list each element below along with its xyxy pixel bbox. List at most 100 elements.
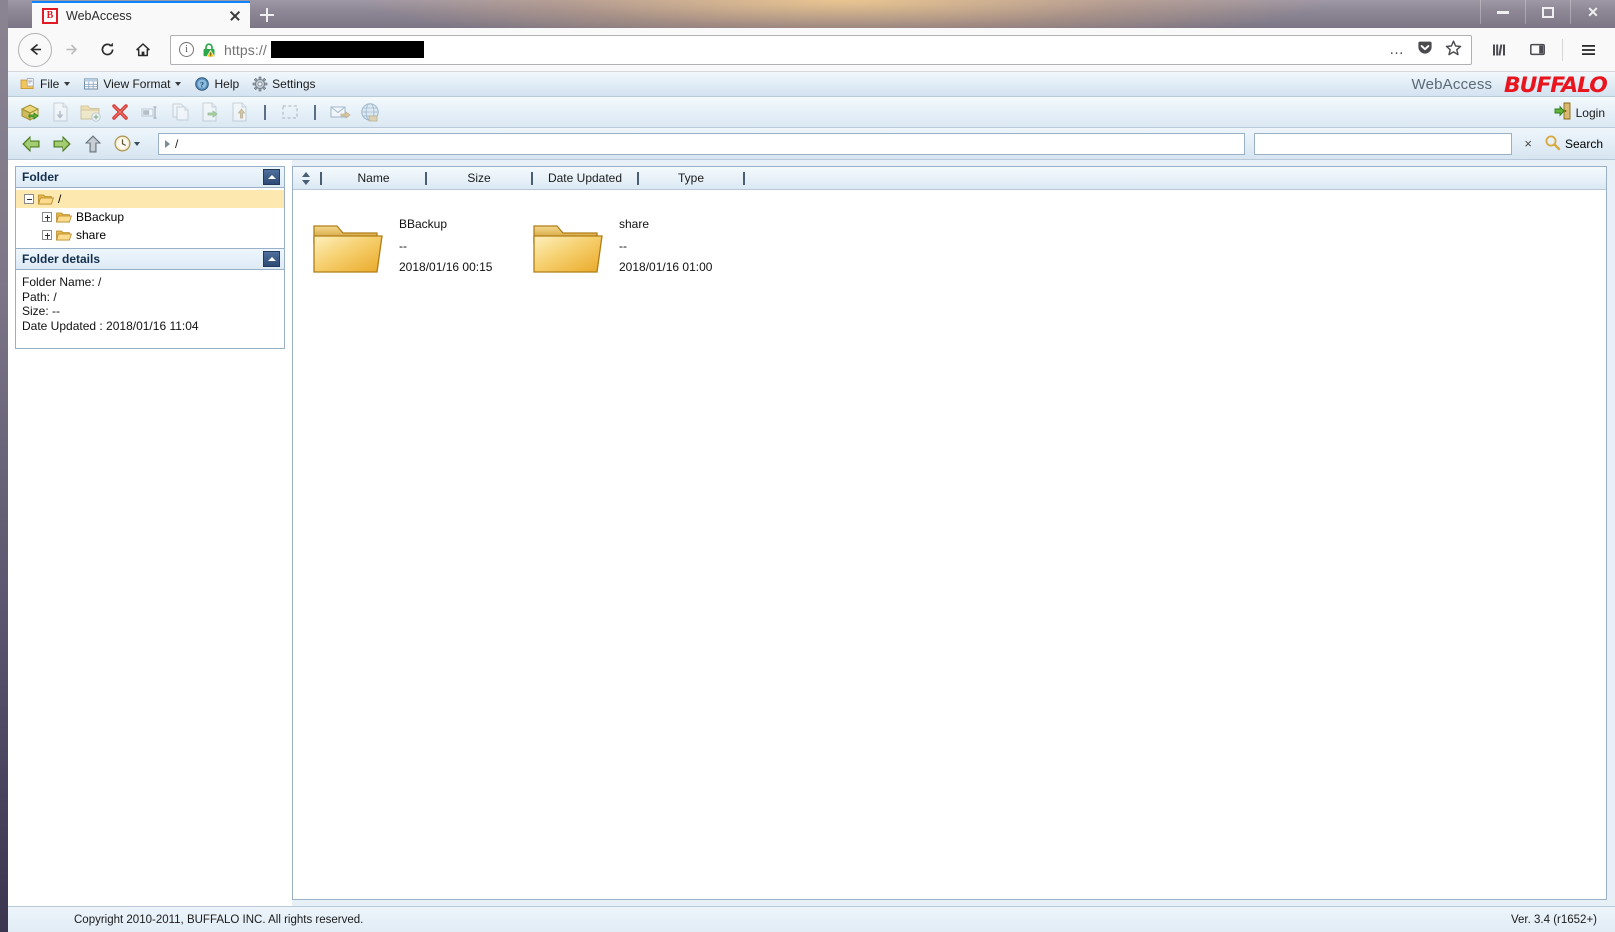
nav-forward-icon[interactable] (51, 133, 73, 155)
detail-path: Path: / (22, 289, 57, 304)
toolbar-separator (314, 104, 316, 120)
forward-icon[interactable] (54, 33, 88, 67)
file-item-bbackup[interactable]: BBackup -- 2018/01/16 00:15 (311, 214, 531, 304)
back-icon[interactable] (18, 32, 52, 67)
url-bar[interactable]: i https:// … (170, 34, 1472, 65)
expander-plus-icon[interactable] (42, 212, 52, 222)
folder-open-icon (38, 192, 54, 206)
close-window-icon[interactable]: ✕ (1570, 0, 1615, 24)
sidebars-icon[interactable] (1520, 33, 1554, 67)
column-header-name[interactable]: Name (322, 171, 425, 185)
navbar-right-controls (1482, 33, 1605, 67)
tree-item-label: share (76, 228, 107, 242)
folder-panel-header: Folder (16, 167, 284, 188)
select-all-icon[interactable] (278, 100, 302, 124)
menu-label-settings: Settings (272, 77, 316, 91)
web-link-icon[interactable] (358, 100, 382, 124)
chevron-down-icon (175, 82, 182, 86)
file-item-share[interactable]: share -- 2018/01/16 01:00 (531, 214, 751, 304)
app-toolbar: Login (8, 97, 1615, 128)
file-folder-icon (20, 76, 36, 92)
column-headers: Name Size Date Updated Type (293, 167, 1606, 190)
help-icon: ? (194, 76, 210, 92)
copyright-text: Copyright 2010-2011, BUFFALO INC. All ri… (74, 913, 364, 926)
reload-icon[interactable] (90, 33, 124, 67)
home-icon[interactable] (126, 33, 160, 67)
menu-item-view-format[interactable]: View Format (78, 75, 186, 94)
detail-size: Size: -- (22, 304, 61, 319)
history-clock-icon[interactable] (113, 133, 143, 155)
folder-details-body: Folder Name: / Path: / Size: -- Date Upd… (16, 270, 284, 348)
page-actions-icon[interactable]: … (1389, 42, 1406, 57)
download-icon[interactable] (48, 100, 72, 124)
column-header-type[interactable]: Type (639, 171, 743, 185)
tree-item-bbackup[interactable]: BBackup (16, 208, 284, 226)
login-button[interactable]: Login (1553, 97, 1605, 128)
bookmark-star-icon[interactable] (1444, 39, 1463, 61)
menu-item-settings[interactable]: Settings (247, 75, 320, 94)
menu-item-file[interactable]: File (15, 75, 75, 94)
copy-icon[interactable] (168, 100, 192, 124)
path-input[interactable]: / (158, 132, 1246, 155)
product-name: WebAccess (1411, 76, 1493, 93)
buffalo-favicon-icon: B (42, 7, 58, 24)
page-info-icon[interactable]: i (179, 42, 194, 57)
sort-toggle-icon[interactable] (302, 171, 311, 185)
url-scheme-text: https:// (224, 41, 267, 58)
toolbar-separator (264, 104, 266, 120)
nav-back-icon[interactable] (20, 133, 42, 155)
new-tab-button[interactable] (250, 1, 284, 28)
upload-icon[interactable] (18, 100, 42, 124)
tab-title: WebAccess (66, 8, 132, 23)
search-clear-icon[interactable]: × (1521, 136, 1535, 151)
window-controls: ✕ (1480, 0, 1615, 24)
webaccess-app: File View Format ? Help Settings WebAcce… (8, 72, 1615, 932)
new-folder-icon[interactable] (78, 100, 102, 124)
lock-warning-icon[interactable] (201, 42, 217, 58)
column-separator[interactable] (743, 171, 745, 185)
delete-icon[interactable] (108, 100, 132, 124)
paste-icon[interactable] (228, 100, 252, 124)
search-button[interactable]: Search (1544, 134, 1603, 154)
tree-item-root[interactable]: / (16, 190, 284, 208)
search-input[interactable] (1254, 132, 1513, 155)
maximize-icon[interactable] (1525, 0, 1570, 24)
menu-label-file: File (40, 77, 60, 91)
close-icon[interactable] (226, 7, 244, 25)
column-header-date-updated[interactable]: Date Updated (533, 171, 637, 185)
tree-item-label: / (58, 192, 62, 206)
path-value: / (175, 136, 179, 151)
toolbar-divider (1562, 38, 1563, 61)
folder-panel-title: Folder (22, 170, 59, 184)
collapse-icon[interactable] (263, 169, 280, 185)
move-icon[interactable] (198, 100, 222, 124)
menu-item-help[interactable]: ? Help (189, 75, 244, 94)
expander-plus-icon[interactable] (42, 230, 52, 240)
expander-minus-icon[interactable] (24, 194, 34, 204)
minimize-icon[interactable] (1480, 0, 1525, 24)
browser-tab-webaccess[interactable]: B WebAccess (32, 1, 250, 28)
login-label: Login (1575, 105, 1605, 120)
search-icon (1544, 134, 1561, 154)
app-menubar: File View Format ? Help Settings WebAcce… (8, 72, 1615, 97)
collapse-icon[interactable] (263, 251, 280, 267)
url-redaction-bar (270, 41, 424, 58)
rename-icon[interactable] (138, 100, 162, 124)
details-panel-title: Folder details (22, 252, 101, 266)
pocket-icon[interactable] (1416, 39, 1434, 60)
app-navstrip: / × Search (8, 128, 1615, 160)
column-header-size[interactable]: Size (427, 171, 531, 185)
menu-label-help: Help (214, 77, 240, 91)
hamburger-menu-icon[interactable] (1571, 33, 1605, 67)
library-icon[interactable] (1482, 33, 1516, 67)
login-door-icon (1553, 101, 1573, 124)
sidebar: Folder / BBackup share Folder details Fo… (8, 160, 292, 906)
tree-item-share[interactable]: share (16, 226, 284, 244)
detail-folder-name: Folder Name: / (22, 275, 102, 289)
folder-icon (531, 214, 605, 276)
gear-icon (252, 76, 268, 92)
file-item-size: -- (619, 238, 627, 253)
send-mail-icon[interactable] (328, 100, 352, 124)
buffalo-logo: BUFFALO (1504, 72, 1608, 97)
nav-up-icon[interactable] (82, 133, 104, 155)
